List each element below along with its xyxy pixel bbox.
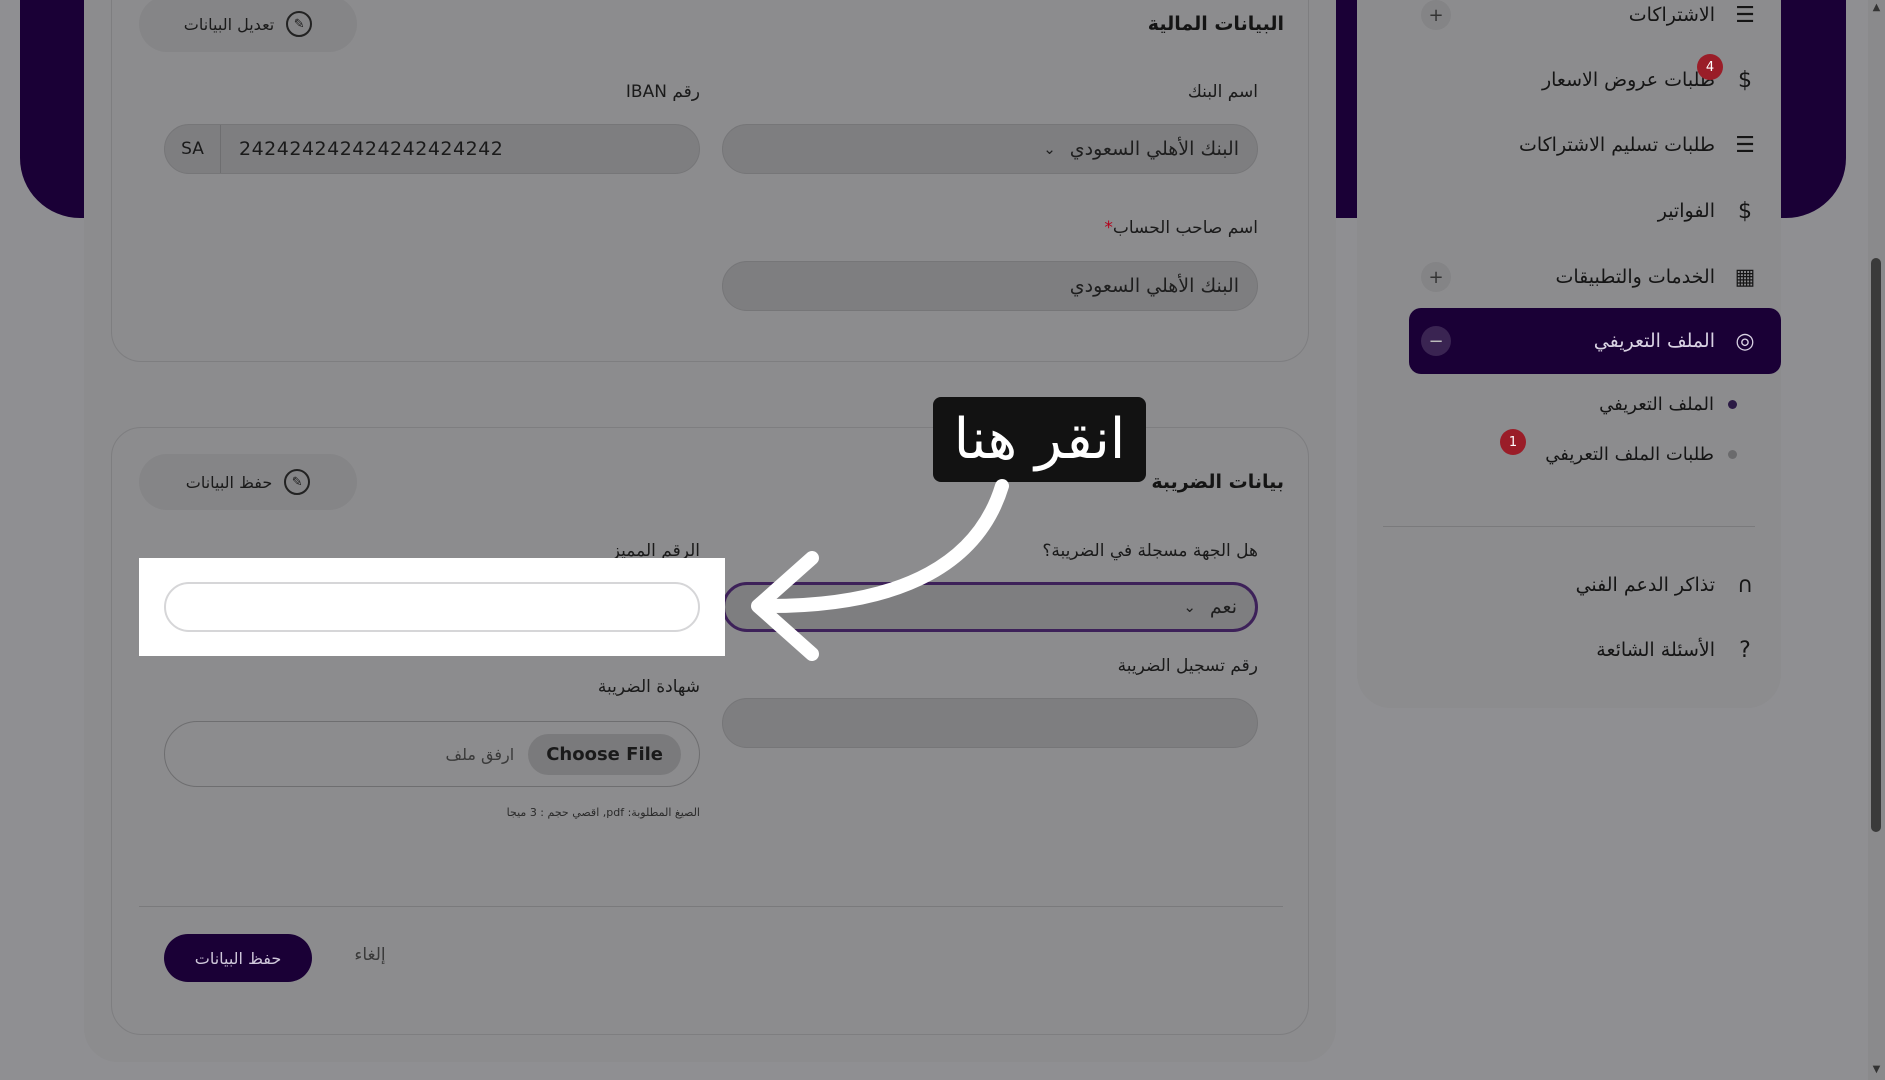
save-data-button[interactable]: حفظ البيانات — [164, 934, 312, 982]
edit-icon: ✎ — [284, 469, 311, 495]
plus-icon[interactable]: + — [1421, 262, 1451, 292]
iban-input[interactable]: SA 242424242424242424242 — [164, 124, 700, 174]
unique-number-input[interactable] — [164, 582, 700, 632]
scroll-down-icon[interactable]: ▼ — [1868, 1064, 1885, 1078]
scroll-up-icon[interactable]: ▲ — [1868, 2, 1885, 16]
sidebar-item-services-apps[interactable]: ▦ الخدمات والتطبيقات + — [1409, 252, 1781, 302]
profile-requests-badge: 1 — [1500, 429, 1526, 455]
minus-icon[interactable]: − — [1421, 326, 1451, 356]
account-holder-input[interactable]: البنك الأهلي السعودي — [722, 261, 1258, 311]
invoice-dollar-icon: $ — [1738, 67, 1752, 93]
chevron-down-icon: ⌄ — [1183, 598, 1196, 616]
edit-data-button[interactable]: ✎ تعديل البيانات — [139, 0, 357, 52]
sidebar-divider — [1383, 526, 1755, 527]
bullet-icon — [1728, 450, 1737, 459]
bank-select[interactable]: البنك الأهلي السعودي ⌄ — [722, 124, 1258, 174]
tutorial-tooltip: انقر هنا — [933, 397, 1146, 482]
tax-reg-number-label: رقم تسجيل الضريبة — [1117, 656, 1258, 676]
document-icon: ☰ — [1735, 132, 1755, 158]
grid-icon: ▦ — [1734, 264, 1756, 290]
document-icon: ☰ — [1735, 2, 1755, 28]
tax-reg-number-input[interactable] — [722, 698, 1258, 748]
bank-name-label: اسم البنك — [1187, 82, 1258, 102]
cancel-link[interactable]: إلغاء — [330, 945, 410, 965]
sidebar-subitem-profile[interactable]: الملف التعريفي — [1599, 394, 1737, 415]
sidebar: ☰ الاشتراكات + $ طلبات عروض الاسعار 4 ☰ … — [1357, 0, 1781, 708]
chevron-down-icon: ⌄ — [1043, 140, 1056, 158]
quote-requests-badge: 4 — [1697, 54, 1723, 80]
scrollbar-thumb[interactable] — [1871, 258, 1881, 832]
financial-title: البيانات المالية — [1147, 13, 1284, 35]
sidebar-item-invoices[interactable]: $ الفواتير — [1409, 186, 1781, 236]
account-holder-label: اسم صاحب الحساب* — [1104, 218, 1258, 238]
iban-prefix: SA — [165, 125, 221, 173]
file-format-hint: الصيغ المطلوبة: pdf, اقصي حجم : 3 ميجا — [506, 806, 700, 819]
sidebar-item-delivery-requests[interactable]: ☰ طلبات تسليم الاشتراكات — [1409, 120, 1781, 170]
choose-file-button[interactable]: Choose File — [528, 733, 681, 775]
curved-arrow-icon — [751, 479, 1009, 661]
tax-certificate-file-input[interactable]: Choose File ارفق ملف — [164, 721, 700, 787]
invoice-dollar-icon: $ — [1738, 198, 1752, 224]
sidebar-item-subscriptions[interactable]: ☰ الاشتراكات + — [1409, 0, 1781, 40]
plus-icon[interactable]: + — [1421, 0, 1451, 30]
sidebar-item-quote-requests[interactable]: $ طلبات عروض الاسعار — [1409, 55, 1781, 105]
user-circle-icon: ◎ — [1735, 328, 1755, 354]
headset-icon: ∩ — [1736, 572, 1754, 598]
save-tax-button[interactable]: ✎ حفظ البيانات — [139, 454, 357, 510]
tax-certificate-label: شهادة الضريبة — [597, 677, 700, 697]
sidebar-subitem-profile-requests[interactable]: طلبات الملف التعريفي — [1545, 444, 1737, 465]
iban-label: رقم IBAN — [625, 82, 700, 102]
bullet-icon — [1728, 400, 1737, 409]
sidebar-item-profile[interactable]: ◎ الملف التعريفي − — [1409, 308, 1781, 374]
sidebar-item-faq[interactable]: ? الأسئلة الشائعة — [1409, 625, 1781, 675]
sidebar-item-support-tickets[interactable]: ∩ تذاكر الدعم الفني — [1409, 560, 1781, 610]
file-hint: ارفق ملف — [445, 744, 515, 764]
iban-value: 242424242424242424242 — [239, 138, 504, 160]
footer-divider — [139, 906, 1283, 907]
question-circle-icon: ? — [1739, 637, 1751, 663]
edit-icon: ✎ — [286, 11, 313, 37]
